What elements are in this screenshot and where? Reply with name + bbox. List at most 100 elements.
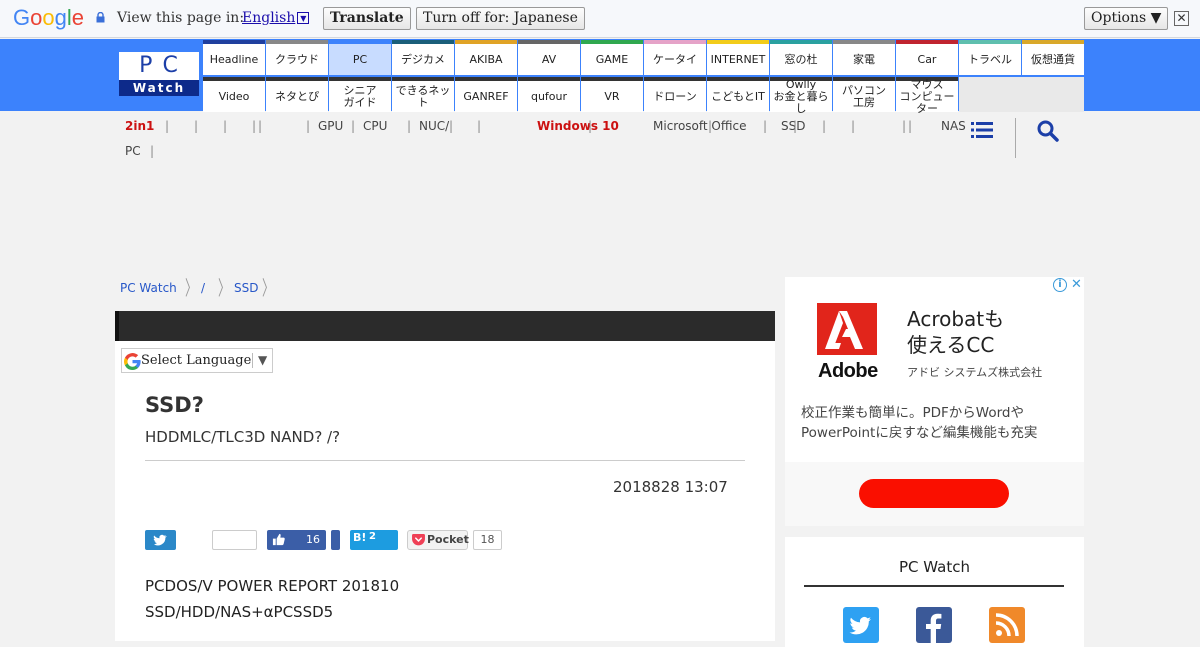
- close-icon[interactable]: ✕: [1174, 11, 1189, 26]
- nav-item[interactable]: ケータイ: [644, 40, 706, 75]
- nav-item[interactable]: qufour: [518, 77, 580, 112]
- facebook-share-button[interactable]: [331, 530, 340, 550]
- article: Select Language ▼ SSD? HDDMLC/TLC3D NAND…: [115, 311, 775, 641]
- article-date: 2018828 13:07: [613, 478, 728, 496]
- sub-nav-separator: |: [449, 119, 454, 133]
- nav-item[interactable]: パソコン 工房: [833, 77, 895, 112]
- sub-nav-separator: |: [793, 119, 798, 133]
- facebook-like-count: 16: [306, 533, 320, 546]
- nav-item[interactable]: Headline: [203, 40, 265, 75]
- ad-cta-button[interactable]: [859, 479, 1009, 508]
- ad-close-icon[interactable]: ✕: [1069, 277, 1084, 292]
- nav-empty-slot: [959, 77, 1084, 112]
- hatena-bookmark-button[interactable]: B! 2: [350, 530, 398, 550]
- pocket-label: Pocket: [427, 533, 469, 546]
- breadcrumb-chevron-icon: 〉: [185, 276, 197, 300]
- pocket-button[interactable]: Pocket: [407, 530, 469, 550]
- sub-nav-link[interactable]: NAS: [941, 119, 966, 133]
- nav-item[interactable]: マウス コンピューター: [896, 77, 958, 114]
- site-header: PC Watch Headline クラウド PC デジカメ AKIBA AV GAME ケー…: [0, 39, 1200, 114]
- facebook-like-button[interactable]: 16: [267, 530, 326, 550]
- sub-nav-separator: |: [252, 119, 257, 133]
- options-button[interactable]: Options ▼: [1084, 7, 1169, 30]
- select-language-label: Select Language: [141, 353, 252, 368]
- select-language-widget[interactable]: Select Language ▼: [121, 348, 273, 373]
- header-divider: [1015, 118, 1016, 158]
- nav-item[interactable]: トラベル: [959, 40, 1021, 75]
- ad-headline-line: 使えるCC: [907, 333, 995, 357]
- sub-nav-link[interactable]: Microsoft Office: [653, 119, 746, 133]
- twitter-bird-icon: [849, 617, 871, 635]
- sub-nav-separator: |: [407, 119, 412, 133]
- sub-nav-separator: |: [902, 119, 907, 133]
- pocket-icon: [412, 534, 425, 546]
- nav-item[interactable]: Car: [896, 40, 958, 75]
- language-select-label: English: [242, 10, 296, 26]
- chevron-down-icon: ▼: [258, 353, 268, 367]
- nav-item[interactable]: VR: [581, 77, 643, 112]
- ad-headline: Acrobatも 使えるCC: [907, 306, 1004, 358]
- sub-nav-separator: |: [258, 119, 263, 133]
- twitter-icon[interactable]: [843, 607, 879, 643]
- nav-item[interactable]: GAME: [581, 40, 643, 75]
- divider: [145, 460, 745, 461]
- nav-item[interactable]: クラウド: [266, 40, 328, 75]
- nav-item[interactable]: 家電: [833, 40, 895, 75]
- sub-nav-link[interactable]: PC: [125, 144, 141, 158]
- sub-nav-separator: |: [194, 119, 199, 133]
- breadcrumb-current[interactable]: SSD: [234, 281, 258, 295]
- rss-icon[interactable]: [989, 607, 1025, 643]
- twitter-share-button[interactable]: [145, 530, 176, 550]
- sub-nav-link[interactable]: GPU: [318, 119, 343, 133]
- ad-brand: Adobe: [818, 360, 878, 382]
- sub-nav-separator: |: [351, 119, 356, 133]
- facebook-f-icon: [926, 613, 942, 643]
- article-paragraph: SSD/HDD/NAS+αPCSSD5: [145, 603, 334, 621]
- nav-item[interactable]: 窓の杜: [770, 40, 832, 75]
- nav-item[interactable]: シニア ガイド: [329, 77, 391, 112]
- nav-item[interactable]: PC: [329, 40, 391, 75]
- sub-nav-link[interactable]: 2in1: [125, 119, 154, 133]
- nav-item[interactable]: Owlly お金と暮らし: [770, 77, 832, 114]
- google-g-icon: [124, 353, 141, 370]
- sub-nav-separator: |: [306, 119, 311, 133]
- breadcrumb-home[interactable]: PC Watch: [120, 281, 177, 295]
- turn-off-button[interactable]: Turn off for: Japanese: [416, 7, 585, 30]
- nav-item[interactable]: Video: [203, 77, 265, 112]
- thumbs-up-icon: [272, 533, 285, 546]
- translate-button[interactable]: Translate: [323, 7, 411, 30]
- lock-icon: [96, 12, 105, 23]
- select-language-divider: [252, 353, 253, 368]
- ad-company: アドビ システムズ株式会社: [907, 366, 1043, 379]
- search-icon[interactable]: [1037, 120, 1059, 142]
- nav-item[interactable]: GANREF: [455, 77, 517, 112]
- logo-watch: Watch: [119, 80, 199, 96]
- nav-item[interactable]: ドローン: [644, 77, 706, 112]
- nav-item[interactable]: デジカメ: [392, 40, 454, 75]
- nav-item[interactable]: できるネット: [392, 77, 454, 112]
- nav-item[interactable]: AV: [518, 40, 580, 75]
- category-nav: Headline クラウド PC デジカメ AKIBA AV GAME ケータイ INTERNE…: [203, 40, 1085, 114]
- sub-nav-link[interactable]: CPU: [363, 119, 387, 133]
- advertisement[interactable]: Adobe Acrobatも 使えるCC アドビ システムズ株式会社 校正作業も…: [785, 277, 1084, 526]
- ad-content: Adobe Acrobatも 使えるCC アドビ システムズ株式会社 校正作業も…: [785, 277, 1084, 462]
- site-logo[interactable]: PC Watch: [119, 52, 199, 96]
- nav-item[interactable]: INTERNET: [707, 40, 769, 75]
- language-select[interactable]: English ▼: [242, 10, 310, 26]
- ad-info-icon[interactable]: i: [1053, 278, 1067, 292]
- breadcrumb-section[interactable]: /: [201, 281, 205, 295]
- nav-item[interactable]: こどもとIT: [707, 77, 769, 112]
- hatena-count: 2: [369, 531, 376, 542]
- nav-item[interactable]: ネタとぴ: [266, 77, 328, 112]
- sub-nav-link[interactable]: NUC/: [419, 119, 449, 133]
- hatena-label: B!: [353, 531, 367, 544]
- facebook-icon[interactable]: [916, 607, 952, 643]
- view-page-text: View this page in:: [117, 10, 245, 26]
- social-follow-box: PC Watch: [785, 537, 1084, 647]
- breadcrumb-chevron-icon: 〉: [218, 276, 230, 300]
- nav-item[interactable]: 仮想通貨: [1022, 40, 1084, 75]
- menu-icon[interactable]: [971, 121, 993, 139]
- nav-item[interactable]: AKIBA: [455, 40, 517, 75]
- sub-nav-separator: |: [822, 119, 827, 133]
- sub-nav-link[interactable]: Windows 10: [537, 119, 619, 133]
